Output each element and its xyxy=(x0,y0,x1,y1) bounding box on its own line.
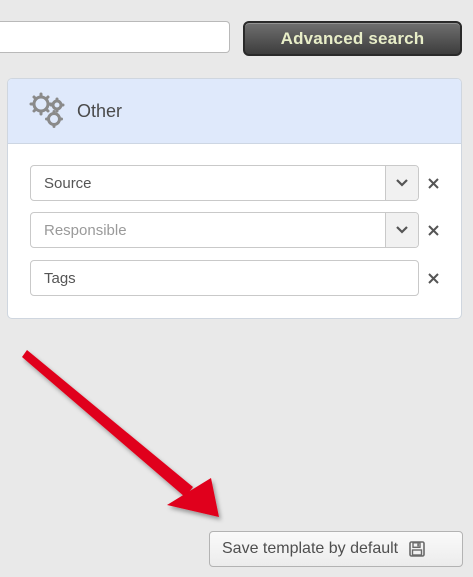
save-template-label: Save template by default xyxy=(222,540,399,557)
red-arrow-icon xyxy=(22,350,219,517)
save-template-button[interactable]: Save template by default xyxy=(209,531,463,567)
floppy-disk-icon xyxy=(409,541,425,557)
